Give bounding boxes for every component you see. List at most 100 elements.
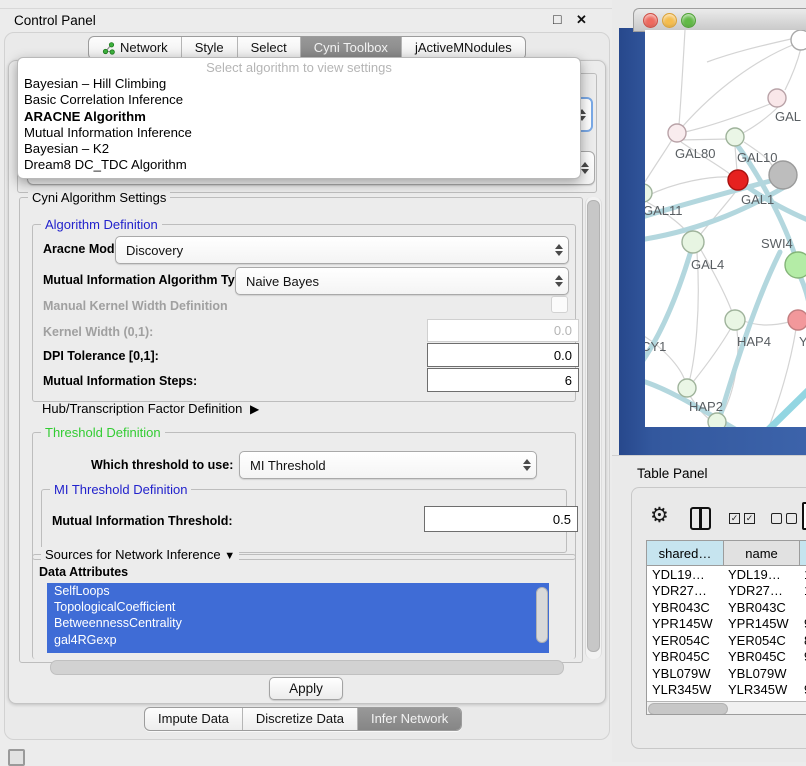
table-cell[interactable]: YLR345W [652,682,722,698]
mi-threshold-group-title: MI Threshold Definition [50,482,191,497]
attribute-item[interactable]: gal4RGexp [47,632,549,648]
sources-toggle[interactable]: Sources for Network Inference ▼ [41,547,239,564]
kernel-width-field[interactable]: 0.0 [427,319,579,342]
node-gray[interactable] [769,161,797,189]
mi-type-combobox[interactable]: Naive Bayes [235,267,569,295]
mi-threshold-field[interactable]: 0.5 [424,506,578,532]
window-minimize-icon[interactable] [662,13,677,28]
dropdown-placeholder: Select algorithm to view settings [18,61,580,76]
table-cell[interactable]: YER054C [728,633,798,649]
node-gal10[interactable] [726,128,744,146]
table-cell[interactable]: YBL079W [652,666,722,682]
algorithm-dropdown: Select algorithm to view settings Bayesi… [17,57,581,179]
bottom-tabs: Impute Data Discretize Data Infer Networ… [144,707,462,731]
node-swi4[interactable] [785,252,806,278]
tab-discretize-data[interactable]: Discretize Data [242,708,357,730]
table-cell[interactable]: YBR045C [728,649,798,665]
table-cell[interactable]: YDR27… [652,583,722,599]
node-hap4[interactable] [725,310,745,330]
tab-impute-data[interactable]: Impute Data [145,708,242,730]
unchecked-box-icon[interactable] [771,513,782,524]
close-panel-icon[interactable]: ✕ [576,12,587,28]
dropdown-item-selected[interactable]: ARACNE Algorithm [18,109,580,125]
node-table[interactable]: shared… name A YDL19… YDL19… 13 YDR27… Y… [646,540,806,715]
node-gal11[interactable] [645,184,652,202]
table-hscrollbar[interactable] [647,701,806,715]
hub-definition-toggle[interactable]: Hub/Transcription Factor Definition ▶ [42,401,259,416]
tab-network[interactable]: Network [89,37,181,59]
network-window-titlebar[interactable] [633,8,806,32]
column-header-shared[interactable]: shared… [647,541,724,566]
node-label: GAL4 [691,257,724,272]
checked-box-icon[interactable]: ✓ [729,513,740,524]
dropdown-item[interactable]: Basic Correlation Inference [18,92,580,108]
network-nodes[interactable] [645,30,806,427]
dropdown-item[interactable]: Bayesian – Hill Climbing [18,76,580,92]
attribute-item[interactable]: SelfLoops [47,583,549,599]
table-cell[interactable]: YPR145W [728,616,798,632]
new-file-icon[interactable] [802,502,806,530]
tab-infer-network-label: Infer Network [371,708,448,730]
settings-scrollbar-track[interactable] [585,197,602,659]
dpi-tolerance-label: DPI Tolerance [0,1]: [43,349,159,363]
node-gal-partial[interactable] [768,89,786,107]
attribute-item[interactable]: TopologicalCoefficient [47,599,549,615]
window-zoom-icon[interactable] [681,13,696,28]
node-unlabeled[interactable] [791,30,806,50]
node-gal1-selected[interactable] [728,170,748,190]
node-label: Y [799,334,806,349]
dpi-tolerance-field[interactable]: 0.0 [427,343,579,367]
tab-style-label: Style [195,37,224,59]
settings-scrollbar-thumb[interactable] [587,200,600,652]
node-hap2[interactable] [678,379,696,397]
tab-style[interactable]: Style [181,37,237,59]
tab-jactivemnodules[interactable]: jActiveMNodules [401,37,525,59]
node-bottom[interactable] [708,413,726,427]
kernel-width-label: Kernel Width (0,1): [43,325,153,339]
column-header-partial[interactable]: A [800,541,806,566]
attribute-item[interactable]: BetweennessCentrality [47,615,549,631]
network-canvas[interactable]: GAL80 GAL10 GAL1 GAL11 GAL4 SWI4 GCY1 HA… [645,30,806,427]
table-cell[interactable]: YPR145W [652,616,722,632]
aracne-mode-combobox[interactable]: Discovery [115,236,569,264]
dropdown-item[interactable]: Bayesian – K2 [18,141,580,157]
table-cell[interactable]: YBR043C [728,600,798,616]
combo-spinner-icon [580,152,589,184]
node-pink[interactable] [788,310,806,330]
table-cell[interactable]: YBR045C [652,649,722,665]
table-cell[interactable]: YDL19… [652,567,722,583]
aracne-mode-label: Aracne Mode: [43,242,126,256]
table-hscrollbar-thumb[interactable] [648,703,728,715]
apply-button[interactable]: Apply [269,677,343,700]
data-attributes-list[interactable]: SelfLoops TopologicalCoefficient Between… [47,583,549,653]
gear-icon[interactable]: ⚙ [650,505,669,526]
attributes-scrollbar[interactable] [536,587,548,643]
window-close-icon[interactable] [643,13,658,28]
threshold-definition-title: Threshold Definition [41,425,165,440]
node-gal80[interactable] [668,124,686,142]
mi-steps-field[interactable]: 6 [427,368,579,392]
node-gal4[interactable] [682,231,704,253]
manual-kernel-label: Manual Kernel Width Definition [43,299,228,313]
dropdown-item[interactable]: Mutual Information Inference [18,125,580,141]
split-columns-icon[interactable] [690,507,711,530]
which-threshold-combobox[interactable]: MI Threshold [239,451,537,479]
table-cell[interactable]: YER054C [652,633,722,649]
tab-infer-network[interactable]: Infer Network [357,708,461,730]
float-panel-icon[interactable]: □ [553,11,561,27]
dropdown-item[interactable]: Dream8 DC_TDC Algorithm [18,157,580,173]
tab-cyni-toolbox[interactable]: Cyni Toolbox [300,37,401,59]
manual-kernel-checkbox[interactable] [551,296,568,313]
checked-box-icon[interactable]: ✓ [744,513,755,524]
table-cell[interactable]: YLR345W [728,682,798,698]
dock-panel-icon[interactable] [8,749,25,766]
column-header-name[interactable]: name [724,541,800,566]
mi-threshold-label: Mutual Information Threshold: [52,514,233,528]
table-cell[interactable]: YBL079W [728,666,798,682]
sources-hscrollbar[interactable] [50,660,564,675]
table-cell[interactable]: YBR043C [652,600,722,616]
table-cell[interactable]: YDR27… [728,583,798,599]
tab-select[interactable]: Select [237,37,300,59]
table-cell[interactable]: YDL19… [728,567,798,583]
unchecked-box-icon[interactable] [786,513,797,524]
